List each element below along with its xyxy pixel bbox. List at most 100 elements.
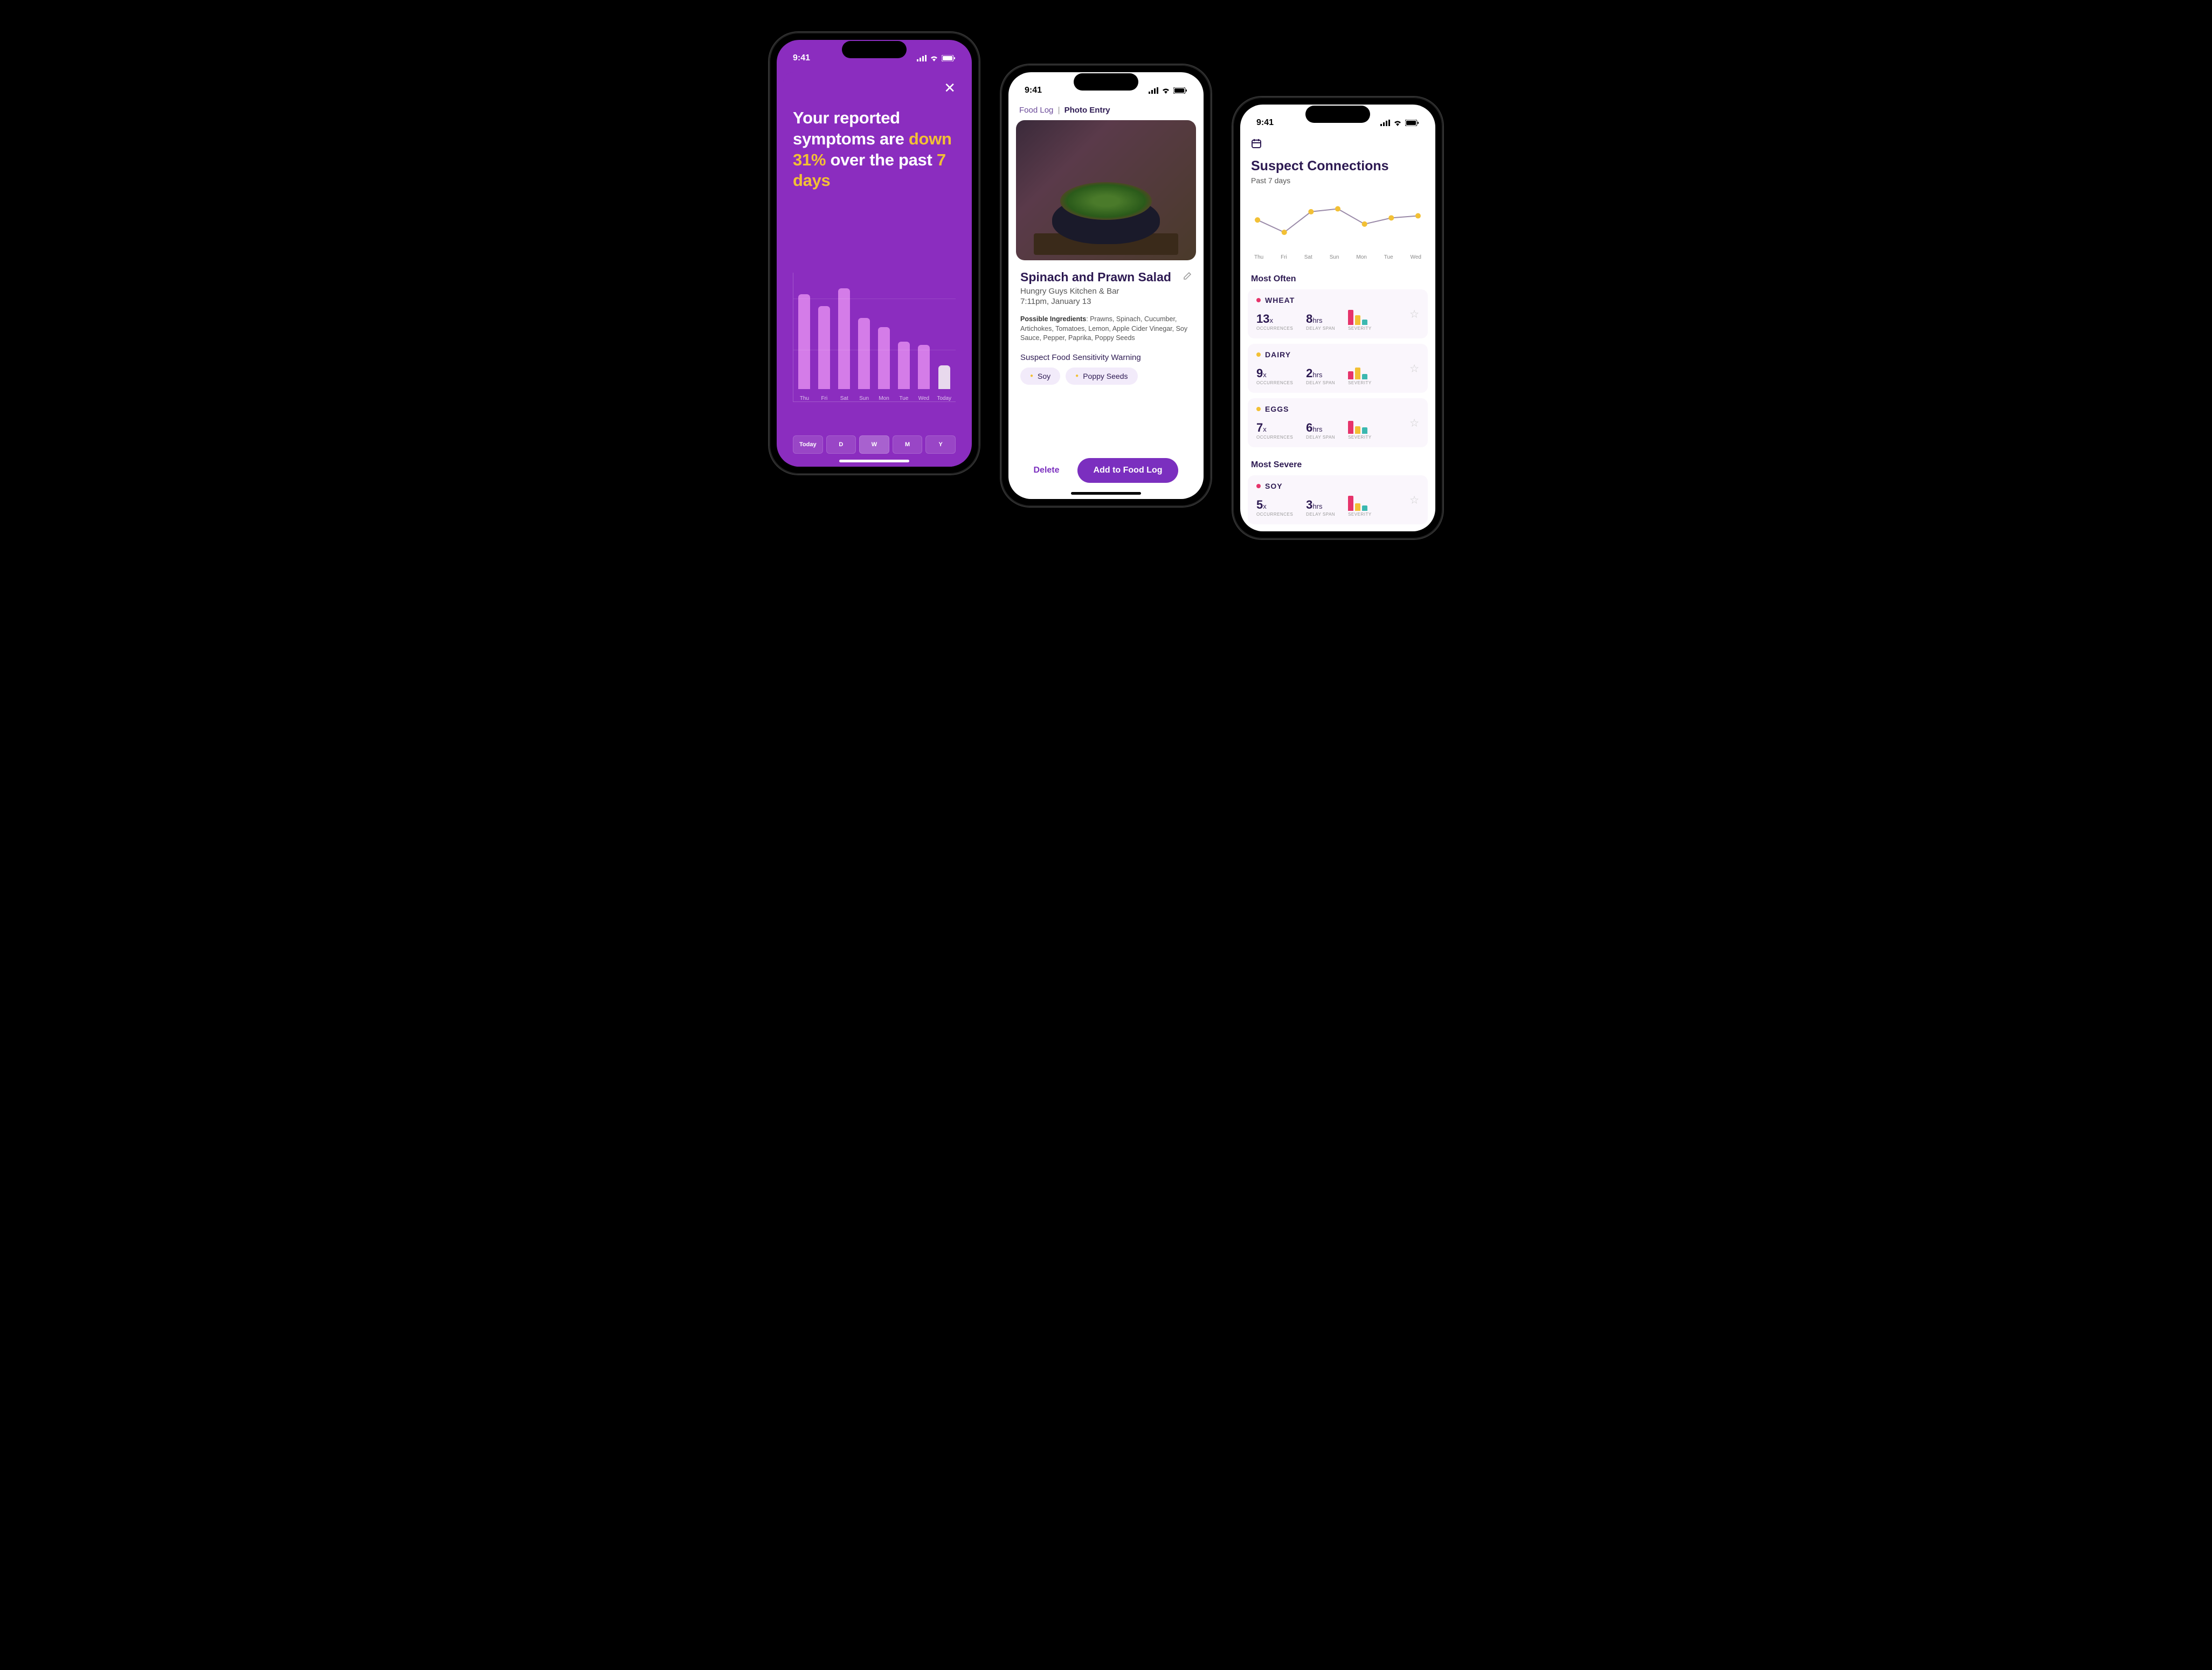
stat-occurrences: 9xOCCURRENCES <box>1256 366 1293 385</box>
action-row: Delete Add to Food Log <box>1008 458 1204 483</box>
edit-icon[interactable] <box>1183 272 1192 283</box>
food-photo[interactable] <box>1016 120 1196 260</box>
home-indicator[interactable] <box>839 460 909 462</box>
crumb-parent[interactable]: Food Log <box>1019 106 1053 115</box>
stat-delay: 8hrsDELAY SPAN <box>1306 312 1335 331</box>
food-card-wheat[interactable]: WHEAT 13xOCCURRENCES 8hrsDELAY SPAN SEVERIT… <box>1248 289 1428 338</box>
battery-icon <box>942 55 956 61</box>
chart-label: Sun <box>1330 254 1339 260</box>
bar-label: Today <box>937 396 951 401</box>
star-icon[interactable]: ☆ <box>1409 493 1419 507</box>
food-name: WHEAT <box>1256 296 1419 304</box>
signal-icon <box>1149 87 1158 94</box>
stat-delay: 2hrsDELAY SPAN <box>1306 366 1335 385</box>
bar <box>898 342 910 389</box>
bar-col: Sat <box>838 288 851 401</box>
home-indicator[interactable] <box>1071 492 1141 495</box>
chip-soy[interactable]: Soy <box>1020 368 1060 385</box>
section-most-severe: Most Severe <box>1240 453 1435 475</box>
food-card-soy[interactable]: SOY 5xOCCURRENCES 3hrsDELAY SPAN SEVERITY ☆ <box>1248 475 1428 524</box>
phone-foodlog: 9:41 Food Log | Photo Entry Spinach and … <box>1001 65 1211 507</box>
bar <box>858 318 870 389</box>
notch <box>1305 106 1370 123</box>
bar-label: Thu <box>800 396 809 401</box>
battery-icon <box>1173 87 1187 94</box>
bar-col: Thu <box>798 294 811 401</box>
delete-button[interactable]: Delete <box>1034 466 1060 475</box>
status-icons <box>1149 87 1187 94</box>
stat-severity: SEVERITY <box>1348 495 1372 517</box>
connections-line-chart: ThuFriSatSunMonTueWed <box>1251 192 1425 262</box>
stats-card: ✕ Your reported symptoms are down 31% ov… <box>783 72 965 467</box>
headline-text2: over the past <box>826 150 937 169</box>
add-to-log-button[interactable]: Add to Food Log <box>1077 458 1179 483</box>
screen-symptoms: 9:41 ✕ Your reported symptoms are down 3… <box>777 40 972 467</box>
time-tab-d[interactable]: D <box>826 435 856 454</box>
close-icon[interactable]: ✕ <box>944 80 956 96</box>
breadcrumb: Food Log | Photo Entry <box>1008 99 1204 120</box>
bar <box>918 345 930 390</box>
bar <box>938 365 950 389</box>
notch <box>1074 73 1138 91</box>
bar <box>798 294 810 389</box>
signal-icon <box>1380 120 1390 126</box>
bar-label: Tue <box>900 396 909 401</box>
stat-delay: 6hrsDELAY SPAN <box>1306 421 1335 440</box>
status-icons <box>917 55 956 61</box>
stat-occurrences: 5xOCCURRENCES <box>1256 498 1293 517</box>
food-name: SOY <box>1256 482 1419 490</box>
section-most-often: Most Often <box>1240 267 1435 289</box>
bar-label: Sun <box>859 396 869 401</box>
food-time: 7:11pm, January 13 <box>1020 297 1192 306</box>
bar-label: Mon <box>879 396 889 401</box>
food-card-dairy[interactable]: DAIRY9xOCCURRENCES2hrsDELAY SPANSEVERITY… <box>1248 344 1428 393</box>
bar-col: Mon <box>877 327 891 402</box>
bar-col: Fri <box>818 306 831 401</box>
phone-symptoms: 9:41 ✕ Your reported symptoms are down 3… <box>769 32 979 474</box>
screen-connections: 9:41 Suspect Connections Past 7 days Thu… <box>1240 105 1435 531</box>
chip-poppy-seeds[interactable]: Poppy Seeds <box>1066 368 1137 385</box>
stat-severity: SEVERITY <box>1348 418 1372 440</box>
battery-icon <box>1405 120 1419 126</box>
stat-severity: SEVERITY <box>1348 309 1372 331</box>
signal-icon <box>917 55 927 61</box>
time-tab-w[interactable]: W <box>859 435 889 454</box>
bar-col: Tue <box>897 342 911 401</box>
chart-label: Mon <box>1356 254 1366 260</box>
wifi-icon <box>1393 120 1402 126</box>
chart-label: Tue <box>1384 254 1393 260</box>
bar-col: Wed <box>917 345 930 402</box>
bar-label: Sat <box>840 396 848 401</box>
bar-label: Wed <box>918 396 929 401</box>
time-tab-y[interactable]: Y <box>925 435 956 454</box>
stat-occurrences: 7xOCCURRENCES <box>1256 421 1293 440</box>
chart-label: Thu <box>1254 254 1263 260</box>
calendar-icon[interactable] <box>1251 138 1425 152</box>
notch <box>842 41 907 58</box>
phone-connections: 9:41 Suspect Connections Past 7 days Thu… <box>1233 97 1443 539</box>
bar-col: Today <box>937 365 951 401</box>
symptom-bar-chart: Thu Fri Sat Sun Mon Tue Wed Today <box>793 273 956 424</box>
wifi-icon <box>930 55 938 61</box>
dot-icon <box>1256 484 1261 488</box>
star-icon[interactable]: ☆ <box>1409 307 1419 321</box>
time-tab-m[interactable]: M <box>893 435 923 454</box>
bar <box>878 327 890 390</box>
dot-icon <box>1256 352 1261 357</box>
bar <box>838 288 850 389</box>
star-icon[interactable]: ☆ <box>1409 362 1419 375</box>
dot-icon <box>1256 407 1261 411</box>
time-tab-today[interactable]: Today <box>793 435 823 454</box>
status-time: 9:41 <box>793 53 810 63</box>
star-icon[interactable]: ☆ <box>1409 416 1419 429</box>
stat-occurrences: 13xOCCURRENCES <box>1256 312 1293 331</box>
screen-foodlog: 9:41 Food Log | Photo Entry Spinach and … <box>1008 72 1204 499</box>
food-card-eggs[interactable]: EGGS 7xOCCURRENCES 6hrsDELAY SPAN SEVERITY ☆ <box>1248 398 1428 447</box>
bar-col: Sun <box>858 318 871 401</box>
page-title: Suspect Connections <box>1240 152 1435 176</box>
stat-delay: 3hrsDELAY SPAN <box>1306 498 1335 517</box>
bar <box>818 306 830 389</box>
food-name: EGGS <box>1256 405 1419 413</box>
bar-label: Fri <box>821 396 828 401</box>
chips: Soy Poppy Seeds <box>1020 368 1192 385</box>
